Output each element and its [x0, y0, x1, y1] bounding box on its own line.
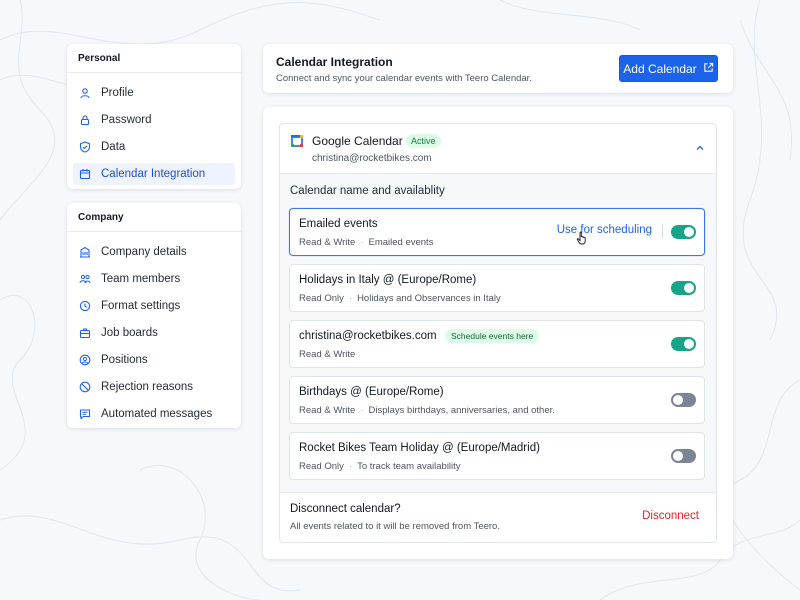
- external-link-icon: [703, 62, 714, 76]
- sidebar-item-label: Automated messages: [101, 408, 213, 420]
- calendar-toggle[interactable]: [671, 281, 696, 295]
- calendar-settings-card: Google Calendar Active christina@rocketb…: [263, 107, 733, 559]
- calendar-row[interactable]: Birthdays @ (Europe/Rome) Read & Write ·…: [289, 376, 705, 424]
- message-icon: [79, 408, 91, 420]
- calendar-meta: Read & Write · Emailed events: [299, 237, 433, 248]
- google-calendar-panel: Google Calendar Active christina@rocketb…: [279, 123, 717, 543]
- calendar-toggle[interactable]: [671, 225, 696, 239]
- calendar-access: Read Only: [299, 293, 344, 304]
- sidebar-personal-heading: Personal: [67, 44, 241, 73]
- calendar-description: Emailed events: [368, 237, 434, 248]
- shield-icon: [79, 141, 91, 153]
- sidebar-item-team-members[interactable]: Team members: [73, 268, 235, 290]
- disconnect-subtitle: All events related to it will be removed…: [290, 521, 500, 532]
- use-for-scheduling-link[interactable]: Use for scheduling: [557, 224, 652, 236]
- separator-dot: ·: [348, 461, 353, 472]
- sidebar-item-label: Company details: [101, 246, 187, 258]
- calendar-access: Read & Write: [299, 237, 356, 248]
- calendar-toggle[interactable]: [671, 393, 696, 407]
- sidebar-item-rejection-reasons[interactable]: Rejection reasons: [73, 376, 235, 398]
- calendar-access: Read & Write: [299, 405, 356, 416]
- calendar-meta: Read Only · Holidays and Observances in …: [299, 293, 501, 304]
- calendar-toggle[interactable]: [671, 337, 696, 351]
- calendar-row[interactable]: Emailed events Read & Write · Emailed ev…: [289, 208, 705, 256]
- sidebar-item-label: Data: [101, 141, 126, 153]
- calendar-name: Holidays in Italy @ (Europe/Rome): [299, 274, 477, 286]
- provider-header[interactable]: Google Calendar Active christina@rocketb…: [280, 124, 716, 174]
- calendar-description: To track team availability: [357, 461, 461, 472]
- calendar-meta: Read Only · To track team availability: [299, 461, 461, 472]
- calendar-description: Displays birthdays, anniversaries, and o…: [368, 405, 555, 416]
- calendar-icon: [79, 168, 91, 180]
- user-icon: [79, 87, 91, 99]
- provider-email: christina@rocketbikes.com: [312, 153, 432, 164]
- ban-icon: [79, 381, 91, 393]
- separator-dot: ·: [360, 237, 364, 248]
- calendar-meta: Read & Write · Displays birthdays, anniv…: [299, 405, 555, 416]
- calendar-access: Read & Write: [299, 349, 356, 360]
- disconnect-title: Disconnect calendar?: [290, 503, 401, 515]
- users-icon: [79, 273, 91, 285]
- google-calendar-logo-icon: [291, 135, 303, 147]
- sidebar-item-positions[interactable]: Positions: [73, 349, 235, 371]
- hand-cursor-icon: [576, 231, 586, 245]
- separator-dot: ·: [348, 293, 353, 304]
- add-calendar-label: Add Calendar: [623, 61, 697, 76]
- sidebar-item-label: Password: [101, 114, 152, 126]
- clock-icon: [79, 300, 91, 312]
- sidebar-item-company-details[interactable]: Company details: [73, 241, 235, 263]
- sidebar-company-card: Company Company details Team members For…: [67, 203, 241, 428]
- disconnect-button[interactable]: Disconnect: [642, 510, 699, 522]
- sidebar-item-password[interactable]: Password: [73, 109, 235, 131]
- section-title: Calendar name and availablity: [290, 185, 445, 197]
- provider-name: Google Calendar: [312, 134, 403, 148]
- sidebar-item-label: Format settings: [101, 300, 181, 312]
- sidebar-item-format-settings[interactable]: Format settings: [73, 295, 235, 317]
- calendar-access: Read Only: [299, 461, 344, 472]
- lock-icon: [79, 114, 91, 126]
- page-title: Calendar Integration: [276, 55, 393, 69]
- sidebar-item-profile[interactable]: Profile: [73, 82, 235, 104]
- calendar-description: Holidays and Observances in Italy: [357, 293, 501, 304]
- calendar-name: Emailed events: [299, 218, 378, 230]
- sidebar-item-label: Team members: [101, 273, 181, 285]
- calendar-list-section: Calendar name and availablity Emailed ev…: [280, 174, 716, 492]
- calendar-row[interactable]: Holidays in Italy @ (Europe/Rome) Read O…: [289, 264, 705, 312]
- sidebar-item-label: Profile: [101, 87, 134, 99]
- status-badge: Active: [406, 134, 441, 148]
- add-calendar-button[interactable]: Add Calendar: [619, 55, 718, 82]
- user-circle-icon: [79, 354, 91, 366]
- sidebar-item-label: Rejection reasons: [101, 381, 194, 393]
- sidebar-item-label: Calendar Integration: [101, 168, 206, 180]
- sidebar-item-label: Positions: [101, 354, 148, 366]
- sidebar-item-automated-messages[interactable]: Automated messages: [73, 403, 235, 425]
- sidebar-item-calendar-integration[interactable]: Calendar Integration: [73, 163, 235, 185]
- chevron-up-icon[interactable]: [694, 142, 706, 154]
- calendar-row[interactable]: Rocket Bikes Team Holiday @ (Europe/Madr…: [289, 432, 705, 480]
- sidebar-personal-card: Personal Profile Password Data Calendar …: [67, 44, 241, 189]
- divider: [662, 224, 663, 238]
- briefcase-icon: [79, 327, 91, 339]
- building-icon: [79, 246, 91, 258]
- disconnect-section: Disconnect calendar? All events related …: [280, 492, 716, 542]
- calendar-name: christina@rocketbikes.com: [299, 330, 437, 342]
- sidebar-item-job-boards[interactable]: Job boards: [73, 322, 235, 344]
- separator-dot: ·: [360, 405, 364, 416]
- calendar-name: Birthdays @ (Europe/Rome): [299, 386, 444, 398]
- calendar-toggle[interactable]: [671, 449, 696, 463]
- calendar-meta: Read & Write: [299, 349, 355, 360]
- header-card: Calendar Integration Connect and sync yo…: [263, 44, 733, 93]
- sidebar-item-data[interactable]: Data: [73, 136, 235, 158]
- calendar-name: Rocket Bikes Team Holiday @ (Europe/Madr…: [299, 442, 540, 454]
- calendar-row[interactable]: christina@rocketbikes.com Schedule event…: [289, 320, 705, 368]
- schedule-badge: Schedule events here: [445, 329, 540, 343]
- sidebar-item-label: Job boards: [101, 327, 158, 339]
- sidebar-company-heading: Company: [67, 203, 241, 232]
- page-subtitle: Connect and sync your calendar events wi…: [276, 73, 532, 84]
